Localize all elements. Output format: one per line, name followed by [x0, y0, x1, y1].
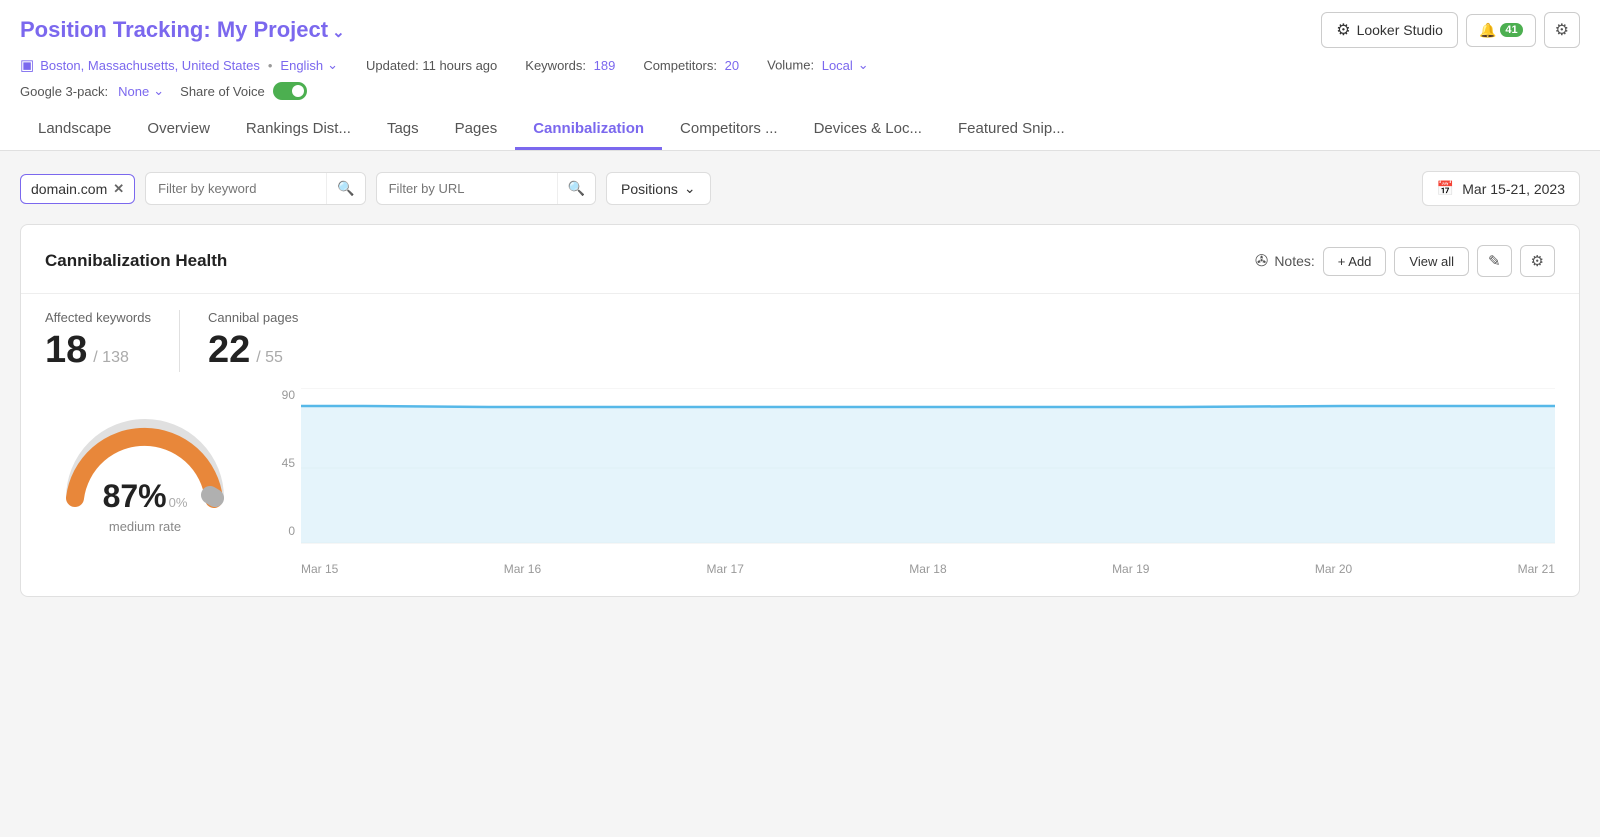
google3pack-caret-icon: ⌄: [153, 83, 164, 99]
card-title: Cannibalization Health: [45, 251, 227, 271]
tab-pages[interactable]: Pages: [437, 110, 516, 150]
settings-button[interactable]: ⚙: [1544, 12, 1580, 48]
affected-keywords-stat: Affected keywords 18 / 138: [45, 310, 180, 372]
share-of-voice-row: Share of Voice: [180, 82, 307, 100]
y-axis: 90 45 0: [265, 388, 295, 538]
tab-landscape[interactable]: Landscape: [20, 110, 129, 150]
positions-dropdown[interactable]: Positions ⌄: [606, 172, 711, 205]
location-link[interactable]: Boston, Massachusetts, United States: [40, 58, 260, 73]
date-range-button[interactable]: 📅 Mar 15-21, 2023: [1422, 171, 1580, 206]
notifications-button[interactable]: 🔔 41: [1466, 14, 1536, 47]
volume-dropdown[interactable]: Local ⌄: [822, 57, 869, 73]
add-note-button[interactable]: + Add: [1323, 247, 1387, 276]
keyword-search-button[interactable]: 🔍: [326, 173, 364, 204]
tabs-navigation: Landscape Overview Rankings Dist... Tags…: [20, 110, 1580, 150]
edit-notes-button[interactable]: ✎: [1477, 245, 1512, 277]
language-dropdown[interactable]: English ⌄: [280, 57, 338, 73]
calendar-icon: 📅: [1437, 180, 1454, 197]
monitor-icon: ▣: [20, 56, 34, 74]
tab-competitors[interactable]: Competitors ...: [662, 110, 796, 150]
competitors-label: Competitors: 20: [643, 58, 739, 73]
keywords-label: Keywords: 189: [525, 58, 615, 73]
looker-icon: ⚙: [1336, 20, 1350, 40]
card-gear-icon: ⚙: [1531, 252, 1544, 270]
tab-rankings-dist[interactable]: Rankings Dist...: [228, 110, 369, 150]
google3pack-dropdown[interactable]: None ⌄: [118, 83, 164, 99]
card-settings-button[interactable]: ⚙: [1520, 245, 1555, 277]
volume-label: Volume: Local ⌄: [767, 57, 869, 73]
chart-svg-container: [301, 388, 1555, 551]
cannibal-pages-stat: Cannibal pages 22 / 55: [208, 310, 326, 372]
tab-featured-snip[interactable]: Featured Snip...: [940, 110, 1083, 150]
edit-icon: ✎: [1488, 252, 1501, 270]
bell-icon: 🔔: [1479, 22, 1496, 39]
volume-caret-icon: ⌄: [858, 57, 869, 73]
line-chart: 90 45 0: [265, 388, 1555, 576]
notes-section: ✇ Notes:: [1255, 251, 1315, 271]
cannibalization-health-card: Cannibalization Health ✇ Notes: + Add Vi…: [20, 224, 1580, 597]
chart-area-svg: [301, 388, 1555, 548]
url-search-button[interactable]: 🔍: [557, 173, 595, 204]
tab-tags[interactable]: Tags: [369, 110, 437, 150]
positions-caret-icon: ⌄: [684, 180, 696, 197]
language-caret-icon: ⌄: [327, 57, 338, 73]
page-title: Position Tracking: My Project⌄: [20, 17, 345, 43]
url-filter-input[interactable]: [377, 174, 557, 203]
gauge-label: 87%0%: [103, 478, 188, 515]
notification-badge: 41: [1500, 23, 1522, 37]
x-axis: Mar 15 Mar 16 Mar 17 Mar 18 Mar 19 Mar 2…: [301, 562, 1555, 576]
looker-studio-button[interactable]: ⚙ Looker Studio: [1321, 12, 1458, 48]
domain-chip: domain.com ✕: [20, 174, 135, 204]
separator-dot: •: [268, 58, 273, 73]
view-all-button[interactable]: View all: [1394, 247, 1469, 276]
tab-cannibalization[interactable]: Cannibalization: [515, 110, 662, 150]
url-filter-wrap: 🔍: [376, 172, 596, 205]
gauge-chart: 87%0% medium rate: [45, 388, 245, 534]
keyword-filter-wrap: 🔍: [145, 172, 365, 205]
keyword-filter-input[interactable]: [146, 174, 326, 203]
share-of-voice-toggle[interactable]: [273, 82, 307, 100]
tab-devices-loc[interactable]: Devices & Loc...: [796, 110, 940, 150]
google3pack-row: Google 3-pack: None ⌄: [20, 83, 164, 99]
project-caret-icon[interactable]: ⌄: [332, 24, 345, 41]
domain-chip-close[interactable]: ✕: [113, 182, 124, 195]
tab-overview[interactable]: Overview: [129, 110, 228, 150]
notes-icon: ✇: [1255, 251, 1268, 271]
